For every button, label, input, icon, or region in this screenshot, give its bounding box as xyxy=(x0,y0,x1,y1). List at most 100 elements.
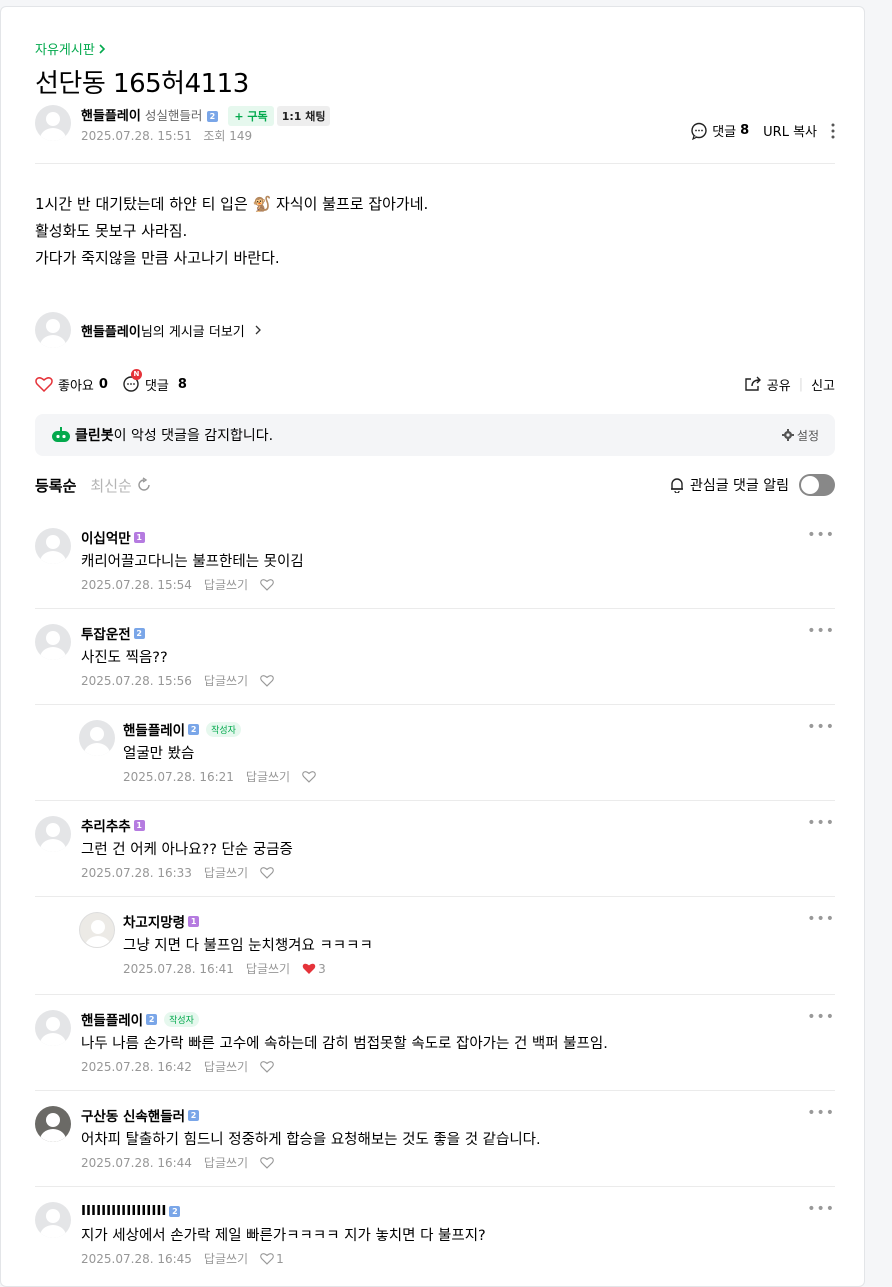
grade-badge: 2 xyxy=(206,111,218,122)
reaction-bar: 좋아요 0 N 댓글 8 공유 | 신고 xyxy=(35,368,835,396)
avatar[interactable] xyxy=(35,1010,71,1046)
comment-date: 2025.07.28. 16:21 xyxy=(123,769,234,784)
like-count: 3 xyxy=(318,961,326,976)
share-button[interactable]: 공유 xyxy=(744,375,791,394)
comment-reply-item: 핸들플레이 2 작성자 얼굴만 봤슴 2025.07.28. 16:21 답글쓰기 •… xyxy=(35,705,835,801)
like-count: 1 xyxy=(276,1251,284,1266)
board-breadcrumb[interactable]: 자유게시판 xyxy=(35,39,106,58)
comment-text: 캐리어끌고다니는 불프한테는 못이김 xyxy=(81,554,304,570)
heart-outline-icon[interactable] xyxy=(260,1156,274,1169)
comment-label: 댓글 xyxy=(144,378,169,394)
avatar[interactable] xyxy=(35,1106,71,1142)
comment-count-link[interactable]: 댓글 8 xyxy=(690,121,749,140)
comment-item: 핸들플레이 2 작성자 나두 나름 손가락 빠른 고수에 속하는데 감히 범접못할 … xyxy=(35,995,835,1091)
more-posts-author: 핸들플레이 xyxy=(81,324,141,340)
cleanbot-settings[interactable]: 설정 xyxy=(781,427,819,444)
comment-item: 투잡운전 2 사진도 찍음?? 2025.07.28. 15:56 답글쓰기 ••• xyxy=(35,609,835,705)
author-rank: 성실핸들러 xyxy=(144,108,203,123)
avatar[interactable] xyxy=(35,1202,71,1238)
grade-badge: 2 xyxy=(146,1013,158,1025)
chevron-right-icon xyxy=(99,43,105,54)
comment-author[interactable]: 추리추추 xyxy=(81,815,131,835)
author-name[interactable]: 핸들플레이 xyxy=(81,109,141,124)
heart-outline-icon xyxy=(260,1253,274,1265)
reply-button[interactable]: 답글쓰기 xyxy=(246,768,290,785)
cleanbot-icon xyxy=(52,427,70,442)
comment-author[interactable]: 핸들플레이 xyxy=(123,719,185,739)
more-vertical-icon[interactable] xyxy=(831,123,835,139)
sort-registered[interactable]: 등록순 xyxy=(35,475,76,496)
comment-item: 이십억만 1 캐리어끌고다니는 불프한테는 못이김 2025.07.28. 15:… xyxy=(35,513,835,609)
reply-button[interactable]: 답글쓰기 xyxy=(204,1058,248,1075)
comment-text: 그런 건 어케 아나요?? 단순 궁금증 xyxy=(81,842,293,858)
reply-button[interactable]: 답글쓰기 xyxy=(204,864,248,881)
comment-date: 2025.07.28. 15:54 xyxy=(81,577,192,592)
comment-toggle[interactable]: N 댓글 8 xyxy=(122,368,187,394)
heart-outline-icon[interactable] xyxy=(260,674,274,687)
more-horizontal-icon[interactable]: ••• xyxy=(807,527,835,543)
more-horizontal-icon[interactable]: ••• xyxy=(807,1105,835,1121)
grade-badge: 2 xyxy=(133,627,145,639)
post-views: 조회 149 xyxy=(203,129,253,143)
like-count: 0 xyxy=(98,376,108,392)
avatar[interactable] xyxy=(35,624,71,660)
comment-item: 추리추추 1 그런 건 어케 아나요?? 단순 궁금증 2025.07.28. 1… xyxy=(35,801,835,897)
heart-outline-icon[interactable] xyxy=(260,578,274,591)
cleanbot-banner: 클린봇 이 악성 댓글을 감지합니다. 설정 xyxy=(35,414,835,456)
comment-author[interactable]: 핸들플레이 xyxy=(81,1009,143,1029)
like-button[interactable]: 3 xyxy=(302,962,326,976)
reply-button[interactable]: 답글쓰기 xyxy=(204,672,248,689)
avatar[interactable] xyxy=(79,720,115,756)
comment-text: 지가 세상에서 손가락 제일 빠른가ㅋㅋㅋㅋ 지가 놓치면 다 불프지? xyxy=(81,1228,486,1244)
more-horizontal-icon[interactable]: ••• xyxy=(807,623,835,639)
heart-outline-icon[interactable] xyxy=(302,770,316,783)
comment-text: 그냥 지면 다 불프임 눈치챙겨요 ㅋㅋㅋㅋ xyxy=(123,938,373,954)
more-horizontal-icon[interactable]: ••• xyxy=(807,719,835,735)
board-name[interactable]: 자유게시판 xyxy=(35,39,95,58)
heart-outline-icon[interactable] xyxy=(260,1060,274,1073)
comment-text: 나두 나름 손가락 빠른 고수에 속하는데 감히 범접못할 속도로 잡아가는 건… xyxy=(81,1036,608,1052)
avatar[interactable] xyxy=(35,312,71,348)
report-button[interactable]: 신고 xyxy=(811,375,835,394)
heart-outline-icon[interactable] xyxy=(260,866,274,879)
chat-button[interactable]: 1:1 채팅 xyxy=(276,106,331,126)
bell-icon xyxy=(670,478,683,493)
comment-label: 댓글 xyxy=(712,125,737,140)
sort-latest[interactable]: 최신순 xyxy=(90,475,131,496)
url-copy-button[interactable]: URL 복사 xyxy=(763,121,817,140)
comment-author[interactable]: 구산동 신속핸들러 xyxy=(81,1105,185,1125)
alarm-toggle[interactable] xyxy=(799,474,835,496)
comment-sort-bar: 등록순 최신순 관심글 댓글 알림 xyxy=(35,473,835,497)
comment-author[interactable]: 투잡운전 xyxy=(81,623,131,643)
reply-button[interactable]: 답글쓰기 xyxy=(204,576,248,593)
post-title: 선단동 165허4113 xyxy=(35,69,249,99)
avatar[interactable] xyxy=(35,105,71,141)
more-posts-label: 님의 게시글 더보기 xyxy=(140,324,245,340)
comment-author[interactable]: IIIIIIIIIIIIIIIII xyxy=(81,1203,166,1219)
reply-button[interactable]: 답글쓰기 xyxy=(204,1250,248,1267)
heart-outline-icon xyxy=(35,377,53,392)
like-button[interactable]: 1 xyxy=(260,1252,284,1266)
grade-badge: 2 xyxy=(188,723,200,735)
reply-button[interactable]: 답글쓰기 xyxy=(246,960,290,977)
author-line: 핸들플레이 성실핸들러 2 + 구독 1:1 채팅 xyxy=(81,105,331,126)
more-horizontal-icon[interactable]: ••• xyxy=(807,911,835,927)
avatar[interactable] xyxy=(35,528,71,564)
more-horizontal-icon[interactable]: ••• xyxy=(807,1009,835,1025)
reply-button[interactable]: 답글쓰기 xyxy=(204,1154,248,1171)
avatar[interactable] xyxy=(79,912,115,948)
subscribe-button[interactable]: + 구독 xyxy=(228,106,274,126)
more-horizontal-icon[interactable]: ••• xyxy=(807,815,835,831)
avatar[interactable] xyxy=(35,816,71,852)
like-button[interactable]: 좋아요 0 xyxy=(35,375,108,394)
more-horizontal-icon[interactable]: ••• xyxy=(807,1201,835,1217)
refresh-icon[interactable] xyxy=(136,477,152,493)
post-card: 자유게시판 선단동 165허4113 핸들플레이 성실핸들러 2 + 구독 1:1 … xyxy=(0,6,865,1287)
post-date: 2025.07.28. 15:51 xyxy=(81,129,192,143)
author-more-posts[interactable]: 핸들플레이님의 게시글 더보기 xyxy=(35,312,261,348)
comment-item: IIIIIIIIIIIIIIIII 2 지가 세상에서 손가락 제일 빠른가ㅋㅋㅋ… xyxy=(35,1187,835,1283)
comment-author[interactable]: 차고지망령 xyxy=(123,911,185,931)
post-meta: 2025.07.28. 15:51 조회 149 xyxy=(81,127,252,144)
comment-author[interactable]: 이십억만 xyxy=(81,527,131,547)
comment-text: 얼굴만 봤슴 xyxy=(123,746,195,762)
